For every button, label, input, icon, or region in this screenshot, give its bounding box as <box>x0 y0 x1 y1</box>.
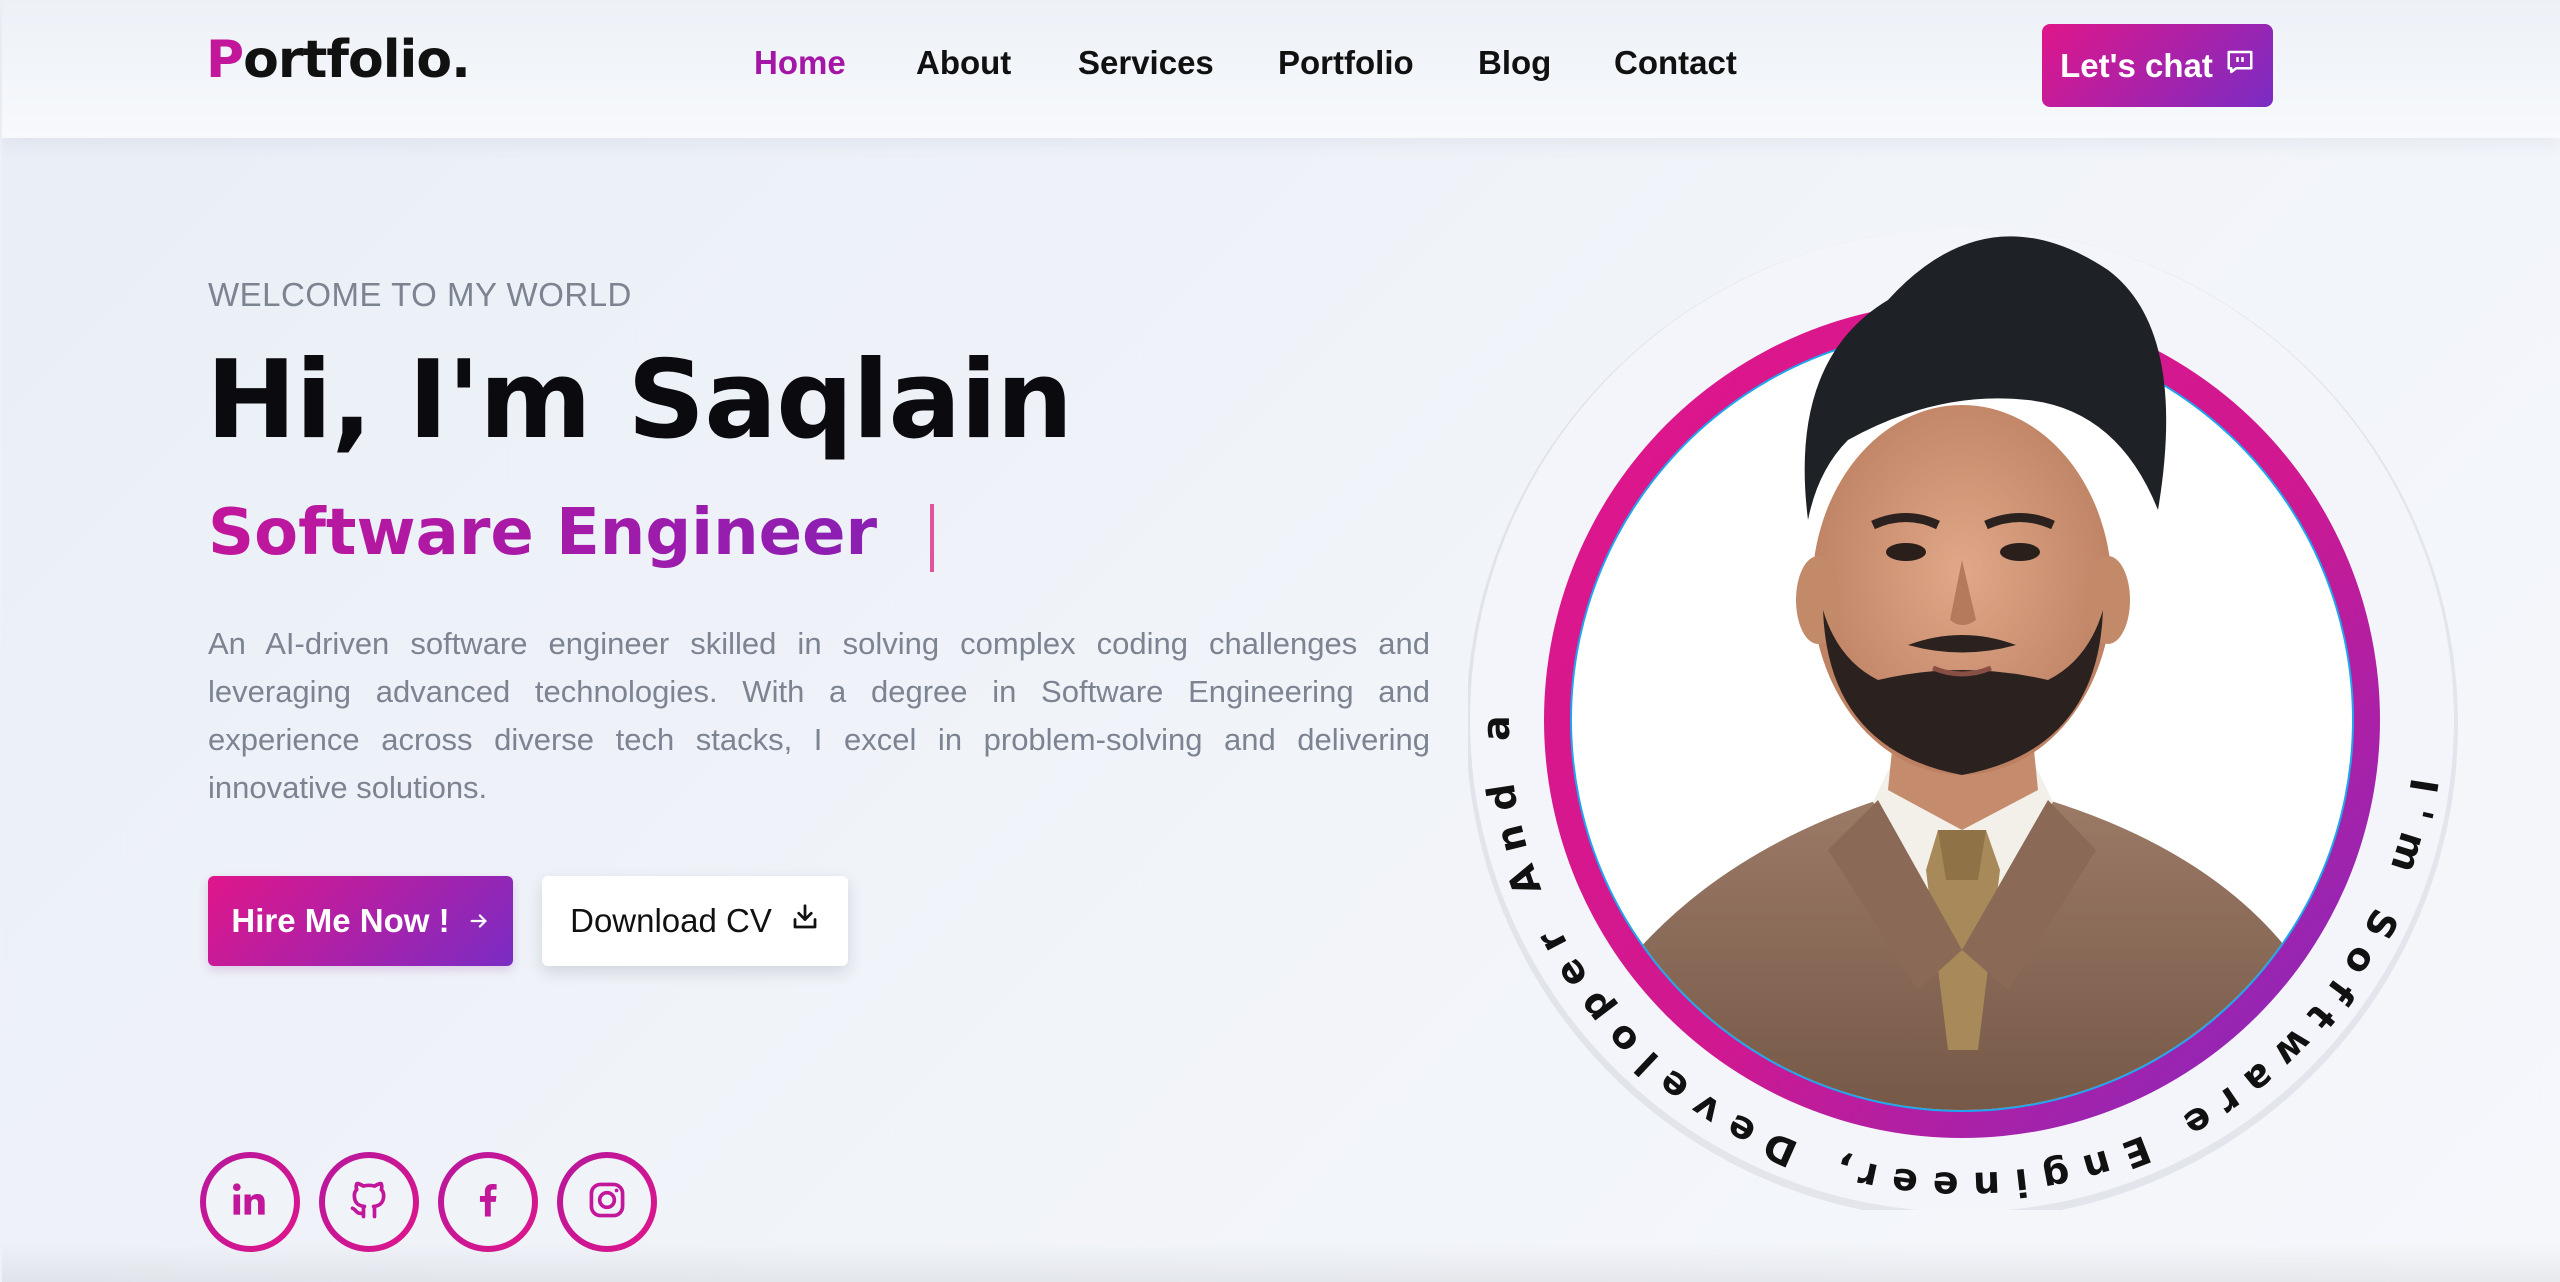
facebook-icon <box>466 1178 510 1226</box>
nav-home[interactable]: Home <box>754 44 846 82</box>
download-cv-label: Download CV <box>570 902 772 939</box>
site-header: Portfolio. Home About Services Portfolio… <box>2 0 2560 138</box>
hire-me-label: Hire Me Now ! <box>231 902 450 939</box>
github-icon <box>347 1178 391 1226</box>
nav-portfolio[interactable]: Portfolio <box>1278 44 1414 82</box>
hero-title: Hi, I'm Saqlain <box>206 338 1073 463</box>
linkedin-link[interactable] <box>200 1152 300 1252</box>
bottom-fade <box>2 1242 2560 1282</box>
download-cv-button[interactable]: Download CV <box>542 876 848 966</box>
lets-chat-label: Let's chat <box>2060 46 2213 84</box>
hero-bio: An AI-driven software engineer skilled i… <box>208 626 1430 805</box>
page: Portfolio. Home About Services Portfolio… <box>2 0 2560 1282</box>
profile-portrait: I'm Software Engineer, Developer And a P… <box>1441 155 2458 1220</box>
nav-blog[interactable]: Blog <box>1478 44 1551 82</box>
nav-contact[interactable]: Contact <box>1614 44 1737 82</box>
facebook-link[interactable] <box>438 1152 538 1252</box>
download-icon <box>790 902 820 940</box>
arrow-right-icon <box>468 902 490 940</box>
nav-services[interactable]: Services <box>1078 44 1214 82</box>
lets-chat-button[interactable]: Let's chat <box>2042 24 2273 107</box>
linkedin-icon <box>228 1178 272 1226</box>
typing-caret <box>930 504 934 572</box>
welcome-eyebrow: WELCOME TO MY WORLD <box>208 276 632 313</box>
logo[interactable]: Portfolio. <box>206 30 471 90</box>
instagram-link[interactable] <box>557 1152 657 1252</box>
github-link[interactable] <box>319 1152 419 1252</box>
nav-about[interactable]: About <box>916 44 1011 82</box>
hero-role: Software Engineer <box>208 496 878 570</box>
hire-me-button[interactable]: Hire Me Now ! <box>208 876 513 966</box>
instagram-icon <box>585 1178 629 1226</box>
chat-bubble-icon <box>2225 47 2255 85</box>
